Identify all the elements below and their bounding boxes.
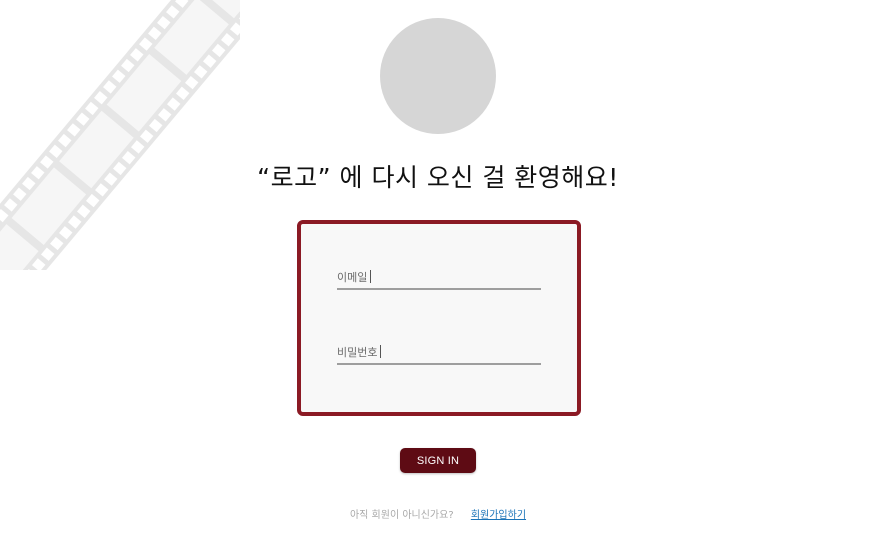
text-cursor	[380, 345, 382, 358]
page-title: “로고” 에 다시 오신 걸 환영해요!	[257, 163, 619, 192]
film-strip-icon	[0, 0, 240, 270]
text-cursor	[370, 270, 372, 283]
email-label: 이메일	[337, 269, 372, 285]
signup-link[interactable]: 회원가입하기	[471, 510, 526, 521]
signup-prompt: 아직 회원이 아니신가요? 회원가입하기	[0, 506, 876, 521]
email-field[interactable]: 이메일	[337, 266, 541, 290]
password-label: 비밀번호	[337, 344, 382, 360]
logo-placeholder	[380, 18, 496, 134]
password-field[interactable]: 비밀번호	[337, 341, 541, 365]
login-form: 이메일 비밀번호	[297, 220, 581, 416]
login-page: “로고” 에 다시 오신 걸 환영해요! 이메일 비밀번호 SIGN IN 아직…	[0, 0, 876, 558]
sign-in-button[interactable]: SIGN IN	[400, 448, 476, 473]
signup-question: 아직 회원이 아니신가요?	[349, 510, 454, 521]
